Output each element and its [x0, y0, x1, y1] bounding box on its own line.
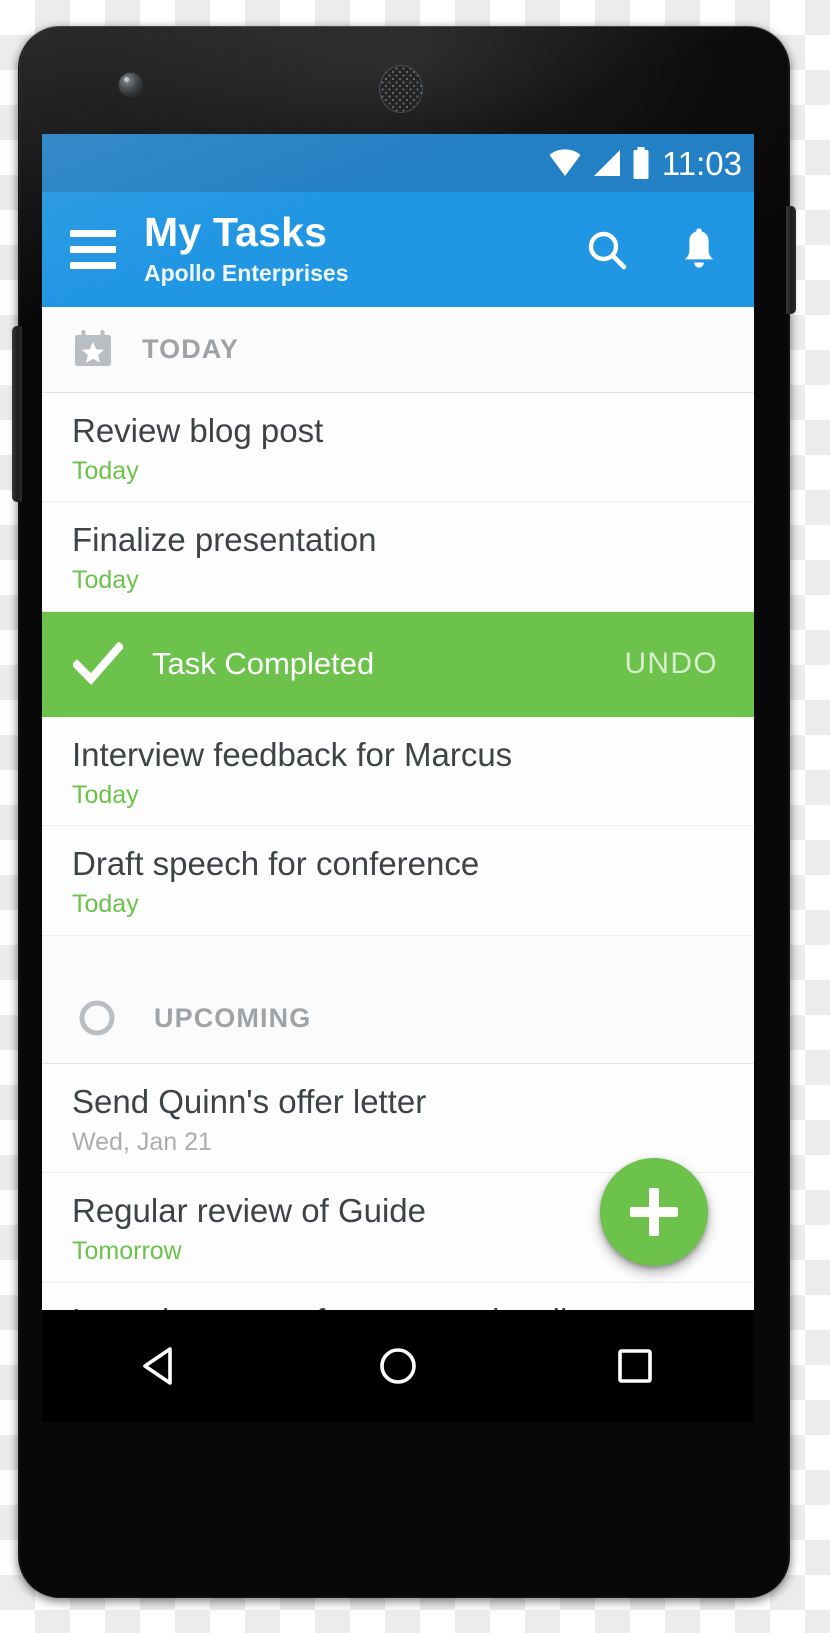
task-title: Interview feedback for Marcus [72, 735, 513, 773]
search-icon[interactable] [578, 221, 636, 279]
calendar-star-icon [72, 329, 114, 371]
cellular-signal-icon [593, 150, 620, 176]
battery-icon [633, 147, 649, 179]
home-circle-icon[interactable] [343, 1326, 453, 1406]
section-header-upcoming: UPCOMING [42, 973, 754, 1064]
checkmark-icon [72, 638, 124, 690]
section-label-upcoming: UPCOMING [154, 1002, 312, 1033]
power-button[interactable] [786, 206, 796, 314]
circle-outline-icon [76, 997, 118, 1039]
task-due-date: Today [72, 780, 139, 809]
section-spacer [42, 935, 754, 974]
camera-icon [119, 73, 142, 96]
plus-icon-vertical [649, 1188, 659, 1236]
app-bar: My Tasks Apollo Enterprises [42, 192, 754, 307]
task-title: Draft speech for conference [72, 845, 480, 883]
task-title: Send Quinn's offer letter [72, 1082, 427, 1120]
section-header-today: TODAY [42, 307, 754, 393]
page-subtitle: Apollo Enterprises [144, 260, 349, 287]
phone-device: 11:03 My Tasks Apollo Enterprises TODAY … [12, 26, 796, 1598]
task-title: Launch strategy for new product line [72, 1302, 724, 1310]
task-due-date: Wed, Jan 21 [72, 1127, 212, 1156]
add-task-fab[interactable] [600, 1158, 708, 1266]
task-title: Review blog post [72, 412, 324, 449]
undo-button[interactable]: UNDO [624, 647, 718, 681]
phone-screen: 11:03 My Tasks Apollo Enterprises TODAY … [42, 134, 754, 1310]
status-bar-clock: 11:03 [661, 144, 742, 182]
status-bar: 11:03 [42, 134, 754, 192]
recents-square-icon[interactable] [580, 1326, 690, 1406]
task-row[interactable]: Finalize presentation Today [42, 502, 754, 612]
task-title: Finalize presentation [72, 521, 377, 559]
wifi-icon [549, 149, 581, 176]
volume-button[interactable] [12, 326, 22, 502]
task-row[interactable]: Launch strategy for new product line Jan… [42, 1282, 754, 1310]
back-triangle-icon[interactable] [106, 1326, 216, 1406]
status-bar-icons [548, 147, 651, 179]
task-due-date: Today [72, 456, 139, 485]
app-bar-titles: My Tasks Apollo Enterprises [144, 208, 578, 288]
bell-icon[interactable] [670, 221, 728, 279]
task-due-date: Today [72, 890, 139, 919]
speaker-grille-icon [379, 65, 423, 113]
page-title: My Tasks [144, 208, 328, 255]
section-label-today: TODAY [142, 334, 240, 364]
snackbar-message: Task Completed [152, 646, 375, 682]
task-row[interactable]: Review blog post Today [42, 393, 754, 503]
task-due-date: Today [72, 566, 139, 595]
android-navigation-bar [42, 1310, 754, 1422]
task-row[interactable]: Send Quinn's offer letter Wed, Jan 21 [42, 1063, 754, 1174]
snackbar-task-completed: Task Completed UNDO [42, 611, 754, 717]
task-row[interactable]: Draft speech for conference Today [42, 826, 754, 936]
hamburger-menu-icon[interactable] [66, 226, 122, 274]
task-row[interactable]: Interview feedback for Marcus Today [42, 716, 754, 827]
